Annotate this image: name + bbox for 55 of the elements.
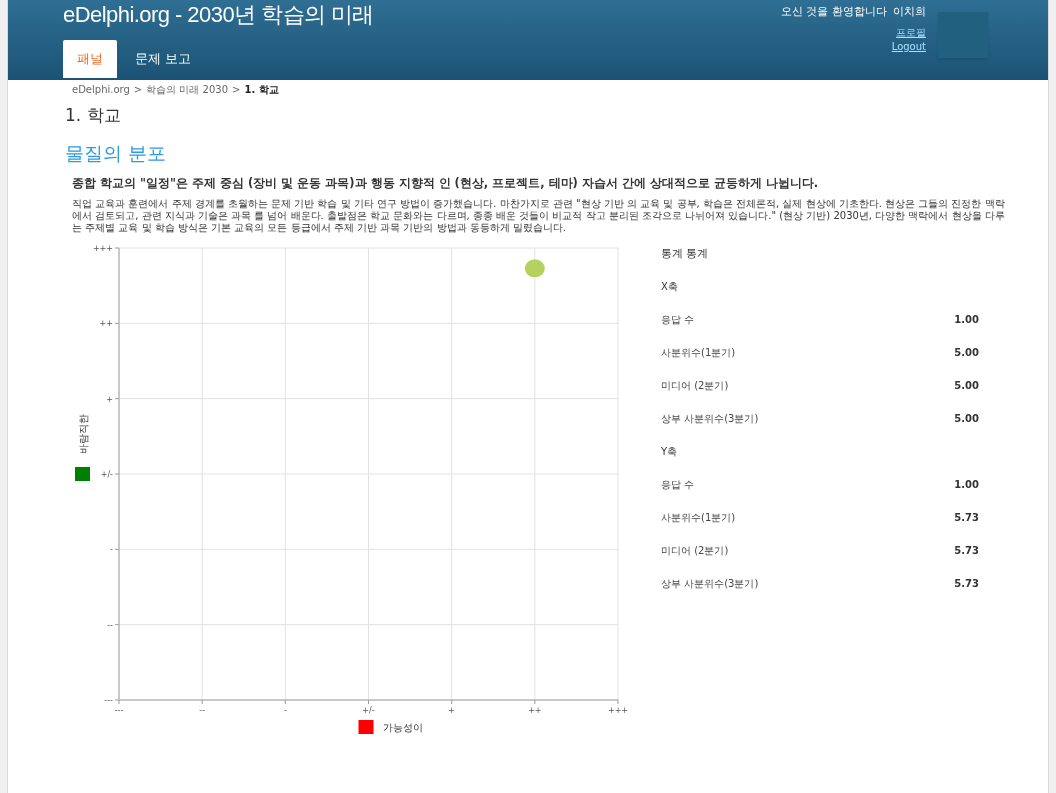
- stat-label: 사분위수(1분기): [661, 346, 736, 361]
- stat-label: 상부 사분위수(3분기): [661, 412, 759, 427]
- section-title: X축: [661, 280, 679, 295]
- tick-label: +++: [92, 244, 113, 254]
- stat-value: 5.00: [954, 379, 979, 394]
- site-title: eDelphi.org - 2030년 학습의 미래: [63, 3, 375, 27]
- question-title: 물질의 분포: [65, 140, 168, 166]
- tick-label: +++: [607, 706, 629, 716]
- stat-label: 사분위수(1분기): [661, 511, 736, 526]
- question-description: 직업 교육과 훈련에서 주제 경계를 초월하는 문제 기반 학습 및 기타 연구 방법이 증가했습니다. 마찬가지로 관련 "현상 기반 의 교육 및 공부, 학습은 전체론적, 실제 현상에 기초한다. 현상은 그들의 진정한 맥락에서 검토되고, 관련 지식과 기술은 과목 를 넘어 배운다. 출발점은 학교 문화와는 다르며, 종종 배운 것들이 비교적 작고 분리된 조각으로 나뉘어져 있습니다." (현상 기반) 2030년, 다양한 맥락에서 현상을 다루는 주제별 교육 및 학습 방식은 기본 교육의 모든 등급에서 주제 기반 과목 기반의 방법과 동등하게 밀렸습니다.: [71, 198, 1006, 235]
- question-lead: 종합 학교의 "일정"은 주제 중심 (장비 및 운동 과목)과 행동 지향적 인 (현상, 프로젝트, 테마) 자습서 간에 상대적으로 균등하게 나뉩니다.: [71, 175, 820, 192]
- avatar: [938, 12, 988, 58]
- welcome-text: 오신 것을 환영합니다: [781, 4, 887, 20]
- tick-label: --: [107, 620, 113, 630]
- tick-label: ++: [528, 706, 542, 716]
- breadcrumb-link[interactable]: eDelphi.org: [72, 81, 130, 97]
- axis-label: 가능성이: [382, 722, 423, 734]
- stats-title: 통계 통계: [661, 246, 710, 262]
- section-title: Y축: [661, 445, 679, 460]
- tick-label: +/-: [362, 706, 375, 716]
- tab[interactable]: 패널: [63, 40, 117, 78]
- breadcrumb-link[interactable]: 학습의 미래 2030: [146, 81, 229, 97]
- stat-label: 응답 수: [661, 313, 695, 328]
- tab[interactable]: 문제 보고: [121, 40, 206, 78]
- tick-label: ---: [114, 706, 124, 716]
- legend-swatch: [75, 467, 90, 482]
- page-title: 1. 학교: [65, 104, 122, 127]
- header-link[interactable]: 프로필: [896, 26, 926, 39]
- stat-value: 5.00: [954, 346, 979, 361]
- legend-swatch: [358, 720, 374, 735]
- stat-value: 5.73: [954, 511, 979, 526]
- tick-label: +/-: [100, 470, 113, 480]
- stat-label: 응답 수: [661, 478, 695, 493]
- stat-value: 1.00: [954, 478, 979, 493]
- tick-label: -: [110, 545, 113, 555]
- tick-label: ++: [99, 319, 113, 329]
- data-point: [524, 259, 545, 278]
- axis-label: 바람직한: [78, 414, 89, 455]
- tick-label: -: [283, 706, 287, 716]
- tick-label: +: [106, 394, 113, 404]
- stat-label: 미디어 (2분기): [661, 379, 729, 394]
- stat-value: 5.00: [954, 412, 979, 427]
- stat-value: 1.00: [954, 313, 979, 328]
- breadcrumb-current: 1. 학교: [244, 82, 279, 97]
- tick-label: --: [199, 706, 206, 716]
- breadcrumb-separator: >: [232, 82, 241, 97]
- tick-label: ---: [104, 696, 113, 706]
- user-name: 이치희: [893, 4, 926, 20]
- stat-label: 상부 사분위수(3분기): [661, 577, 759, 592]
- breadcrumb-separator: >: [133, 82, 143, 97]
- stat-value: 5.73: [954, 577, 979, 592]
- stat-value: 5.73: [954, 544, 979, 559]
- stat-label: 미디어 (2분기): [661, 544, 729, 559]
- header-link[interactable]: Logout: [891, 40, 926, 53]
- tick-label: +: [448, 706, 455, 716]
